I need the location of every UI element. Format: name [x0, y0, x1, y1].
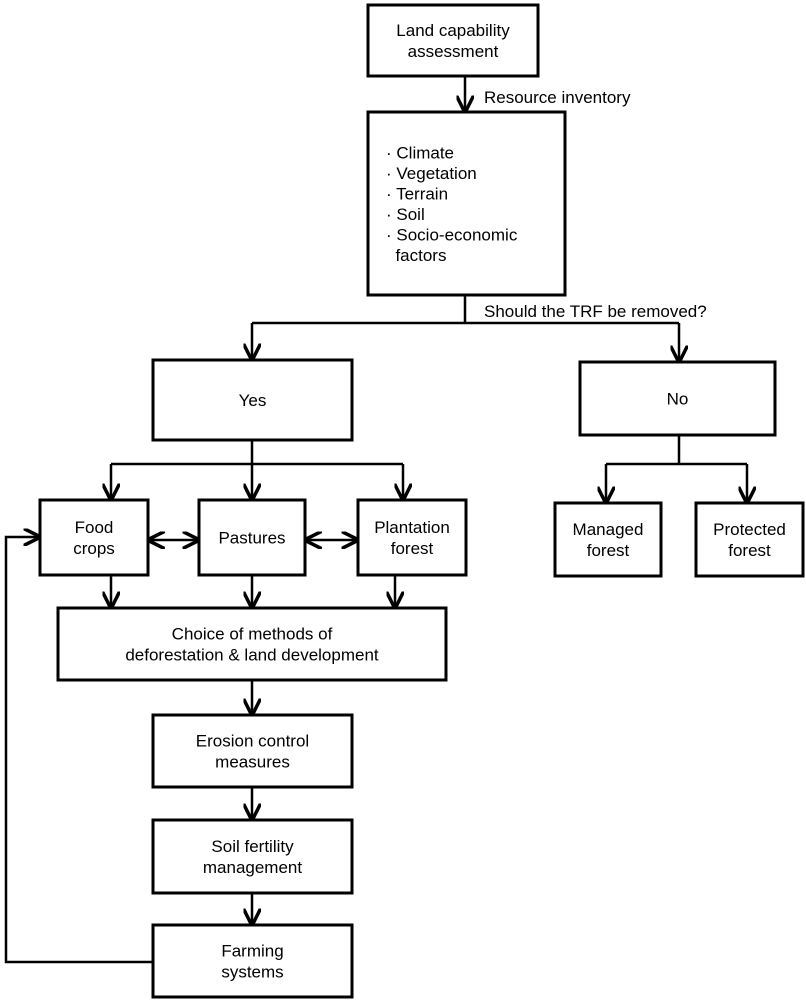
node-box [151, 923, 354, 999]
node-label: assessment [408, 42, 499, 61]
node-box [56, 606, 448, 682]
node-label: management [203, 858, 303, 877]
node-farming-systems: Farming systems [151, 923, 354, 999]
node-label: factors [386, 246, 446, 265]
node-label: forest [587, 541, 630, 560]
connector-arrow [606, 435, 747, 466]
node-resources: · Climate · Vegetation· Terrain · Soil· So… [366, 110, 567, 297]
connector-arrow [111, 440, 403, 466]
node-label: No [667, 390, 689, 409]
node-label: forest [391, 539, 434, 558]
node-label: Farming [221, 942, 283, 961]
node-box [366, 3, 540, 78]
node-label: forest [728, 541, 771, 560]
node-erosion-control: Erosion control measures [151, 713, 354, 789]
node-label: · Socio-economic [386, 225, 518, 244]
node-box [694, 501, 805, 578]
edge-label-resource-inventory: Resource inventory [484, 88, 631, 107]
node-label: Yes [239, 391, 267, 410]
node-managed-forest: Managed forest [553, 501, 663, 578]
node-label: systems [221, 963, 283, 982]
node-label: crops [73, 539, 115, 558]
node-choice-methods: Choice of methods of deforestation & land… [56, 606, 448, 682]
node-label: Choice of methods of [172, 625, 333, 644]
node-label: · Climate [386, 143, 454, 162]
node-soil-fertility: Soil fertility management [151, 818, 354, 895]
node-label: measures [215, 753, 290, 772]
flowchart: Land capability assessment · Climate · Vege… [4, 3, 805, 999]
node-box [553, 501, 663, 578]
node-box [151, 713, 354, 789]
node-label: Food [75, 518, 114, 537]
edge-label-question: Should the TRF be removed? [484, 302, 707, 321]
node-label: Erosion control [196, 732, 309, 751]
node-label: Soil fertility [211, 837, 294, 856]
node-protected-forest: Protected forest [694, 501, 805, 578]
node-box [356, 498, 468, 577]
node-label: Protected [713, 520, 786, 539]
node-box [151, 818, 354, 895]
connector-arrow [4, 537, 153, 964]
node-label: deforestation & land development [125, 646, 379, 665]
node-label: · Vegetation [386, 164, 477, 183]
node-yes: Yes [151, 358, 354, 442]
node-land-capability: Land capability assessment [366, 3, 540, 78]
node-label: · Soil [386, 205, 425, 224]
node-box [366, 110, 567, 297]
node-label: · Terrain [386, 184, 448, 203]
node-label: Managed [573, 520, 644, 539]
node-label: Pastures [218, 529, 285, 548]
node-label: Land capability [396, 21, 510, 40]
node-food-crops: Food crops [38, 498, 150, 577]
node-label: Plantation [374, 518, 450, 537]
node-box [38, 498, 150, 577]
node-plantation-forest: Plantation forest [356, 498, 468, 577]
node-no: No [578, 360, 777, 437]
node-pastures: Pastures [197, 498, 307, 577]
